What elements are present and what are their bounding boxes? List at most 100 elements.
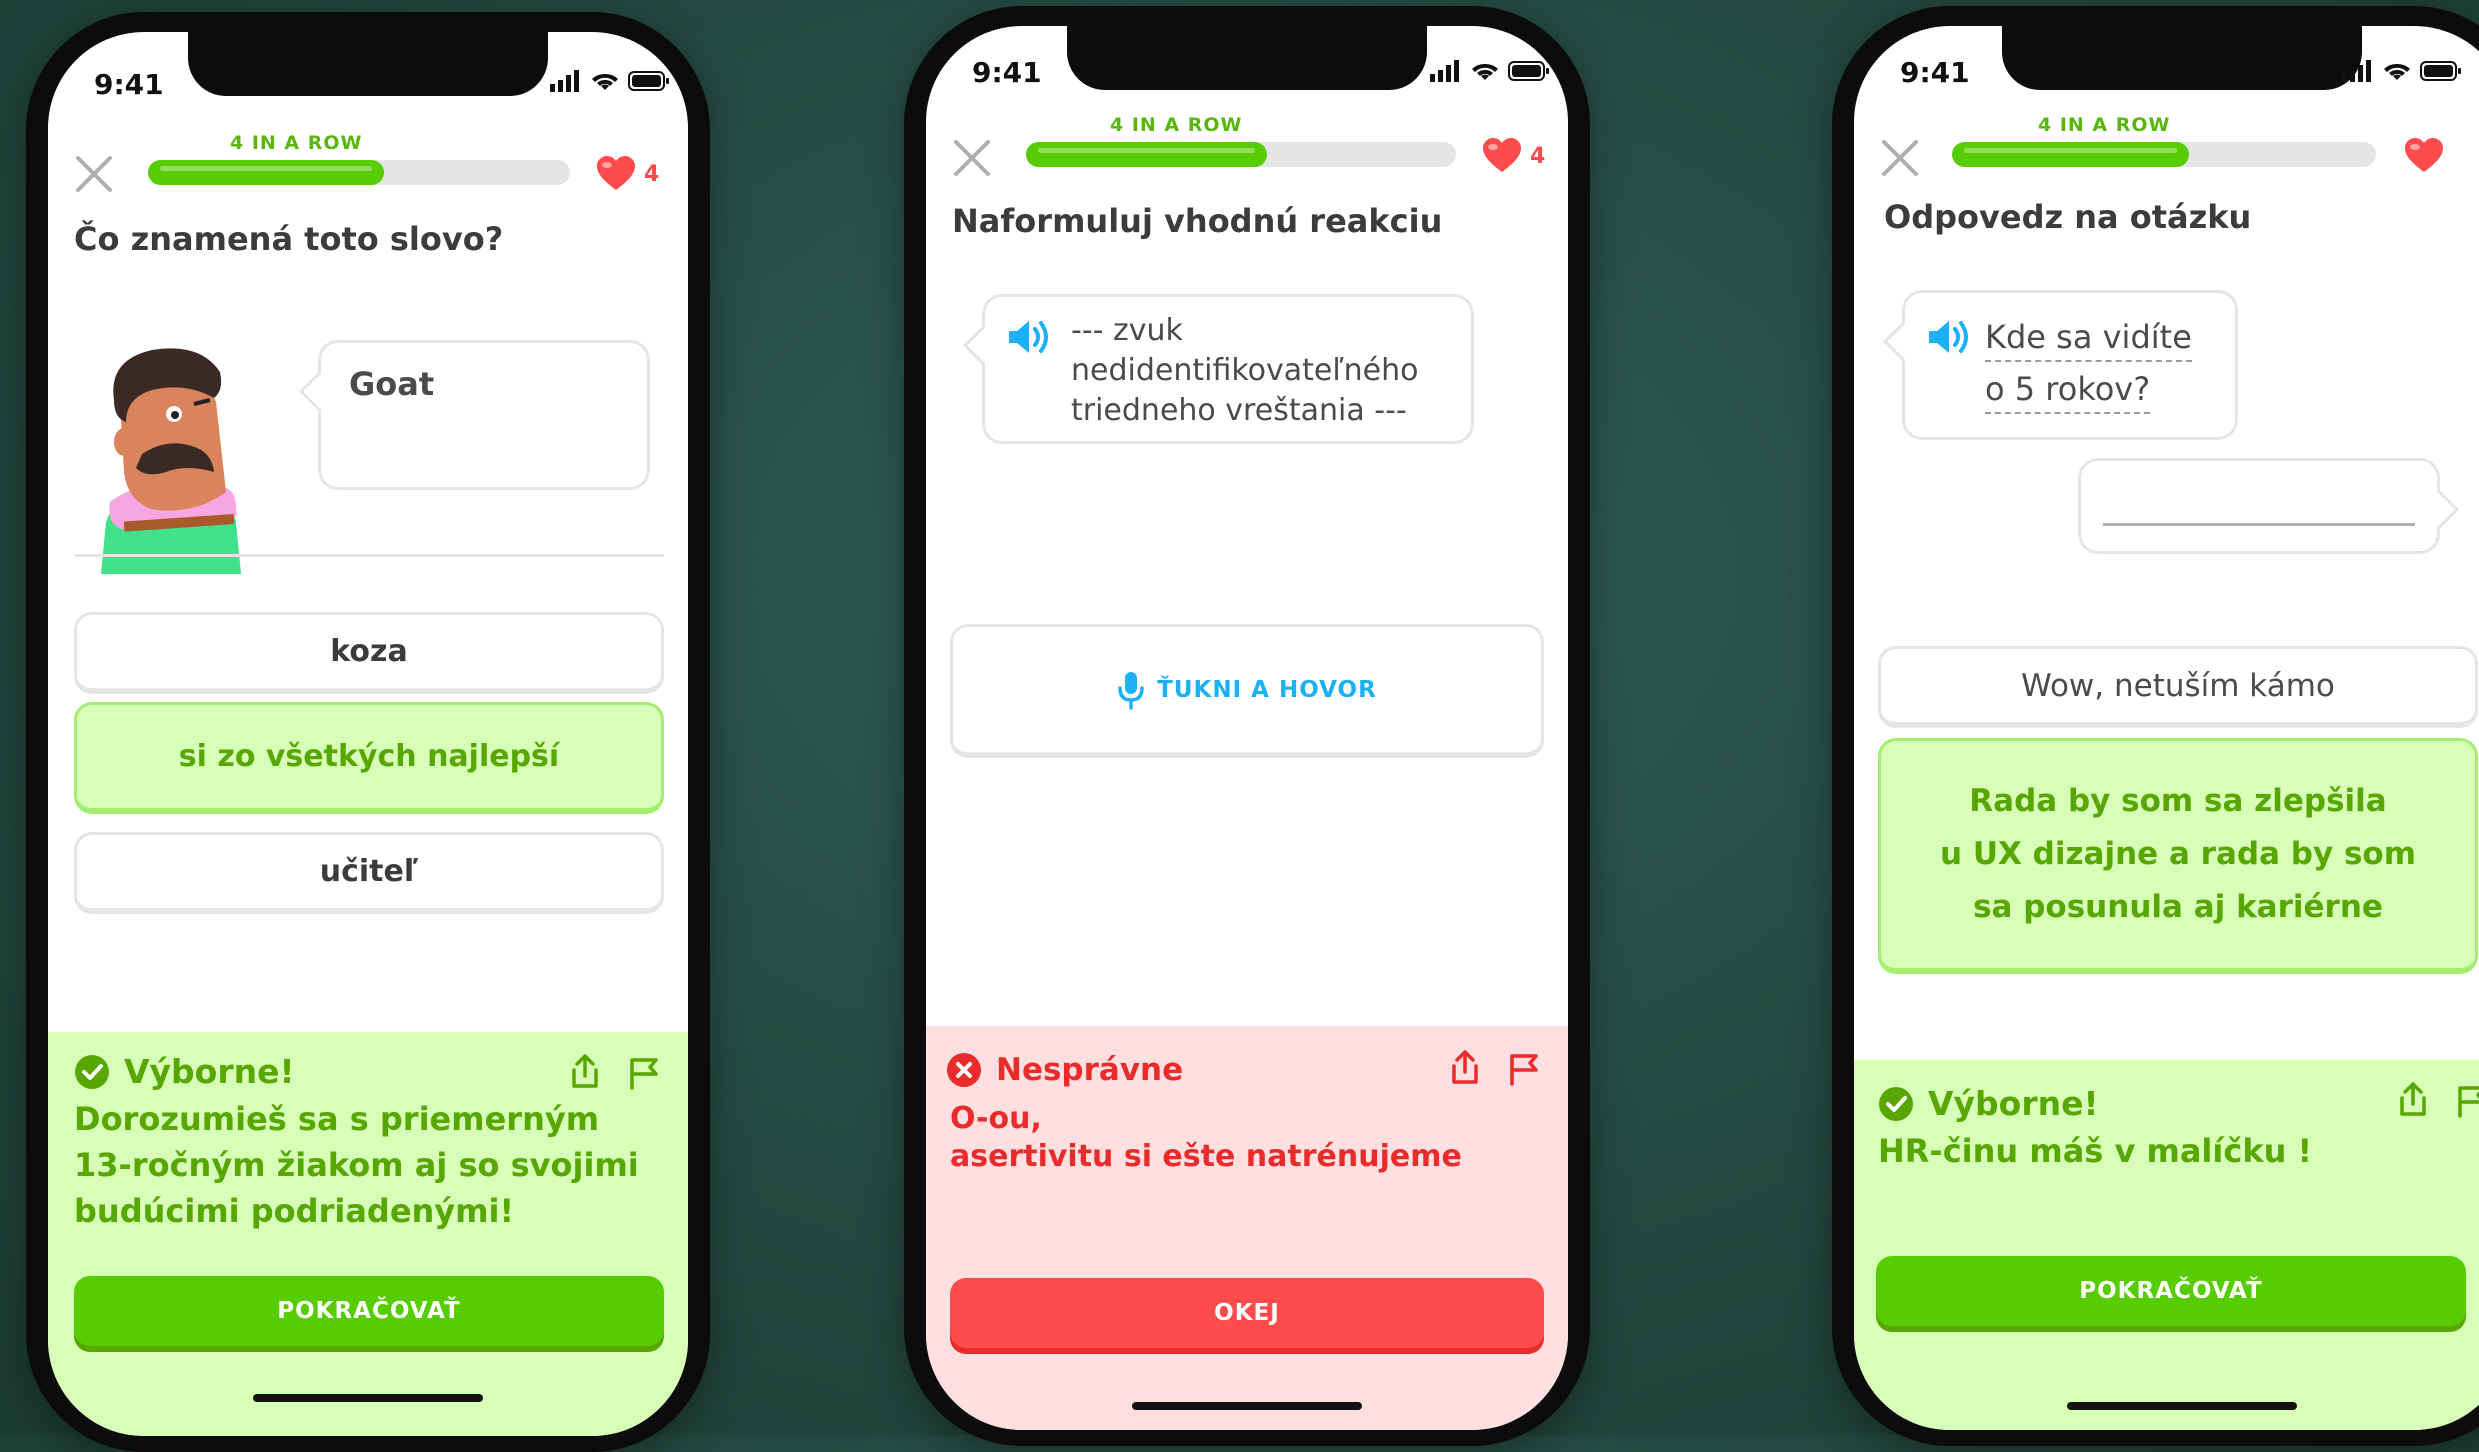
continue-button[interactable]: POKRAČOVAŤ [1876, 1256, 2466, 1326]
answer-option-ucitel[interactable]: učiteľ [74, 832, 664, 914]
status-time: 9:41 [972, 56, 1042, 89]
answer-bubble [2078, 458, 2440, 554]
progress-fill [1952, 142, 2190, 167]
phone-3-screen: 9:41 4 IN A ROW Odpovedz na otázku Kde s… [1854, 26, 2479, 1430]
question-bubble: Kde sa vidíte o 5 rokov? [1902, 290, 2238, 440]
progress-bar [1026, 142, 1456, 167]
home-indicator[interactable] [1132, 1402, 1362, 1410]
close-button[interactable] [74, 154, 114, 198]
question-text[interactable]: Kde sa vidíte [1985, 318, 2192, 362]
close-button[interactable] [1880, 138, 1920, 182]
audio-line: triedneho vreštania --- [1071, 393, 1407, 428]
answer-option-selected[interactable]: si zo všetkých najlepší [74, 702, 664, 814]
phone-1: 9:41 4 IN A ROW 4 Čo znamená toto slovo? [26, 12, 710, 1452]
report-flag-icon[interactable] [2456, 1082, 2479, 1118]
feedback-line: Dorozumieš sa s priemerným [74, 1100, 600, 1138]
close-icon [954, 140, 990, 176]
continue-label: POKRAČOVAŤ [2079, 1278, 2263, 1304]
wifi-icon [1472, 63, 1498, 80]
answer-option-koza[interactable]: koza [74, 612, 664, 694]
share-icon[interactable] [1448, 1050, 1482, 1086]
tap-to-speak-label: ŤUKNI A HOVOR [1157, 676, 1377, 703]
progress-bar [148, 160, 570, 185]
word-text[interactable]: Goat [349, 365, 434, 403]
share-icon[interactable] [568, 1054, 602, 1090]
hearts-count: 4 [644, 161, 660, 187]
feedback-panel-incorrect: Nesprávne O-ou, asertivitu si ešte natré… [926, 1026, 1568, 1430]
divider [74, 554, 664, 557]
phone-1-screen: 9:41 4 IN A ROW 4 Čo znamená toto slovo? [48, 32, 688, 1436]
okay-button[interactable]: OKEJ [950, 1278, 1544, 1348]
feedback-line: 13-ročným žiakom aj so svojimi [74, 1146, 639, 1184]
wifi-icon [592, 73, 618, 90]
feedback-line: asertivitu si ešte natrénujeme [950, 1139, 1462, 1174]
wifi-icon [2384, 63, 2410, 80]
signal-icon [1430, 60, 1459, 82]
feedback-title: Výborne! [1928, 1084, 2099, 1123]
status-time: 9:41 [94, 68, 164, 101]
phone-3: 9:41 4 IN A ROW Odpovedz na otázku Kde s… [1832, 6, 2479, 1446]
error-circle-icon [947, 1053, 981, 1087]
hearts: 4 [1482, 138, 1545, 174]
status-icons [550, 70, 670, 92]
streak-label: 4 IN A ROW [1110, 114, 1243, 136]
question-text[interactable]: o 5 rokov? [1985, 370, 2151, 414]
speaker-icon[interactable] [1005, 317, 1051, 357]
streak-label: 4 IN A ROW [2038, 114, 2171, 136]
progress-fill [148, 160, 385, 185]
battery-icon [628, 71, 669, 91]
feedback-line: O-ou, [950, 1101, 1042, 1136]
feedback-panel-correct: Výborne! Dorozumieš sa s priemerným 13-r… [48, 1032, 688, 1436]
feedback-title: Výborne! [124, 1052, 295, 1091]
feedback-header: Výborne! [74, 1052, 295, 1091]
answer-blank-line [2103, 523, 2415, 526]
home-indicator[interactable] [2067, 1402, 2297, 1410]
option-label: si zo všetkých najlepší [178, 739, 560, 774]
word-bubble: Goat [318, 340, 650, 490]
okay-label: OKEJ [1214, 1300, 1280, 1326]
share-icon[interactable] [2396, 1082, 2430, 1118]
close-button[interactable] [952, 138, 992, 182]
signal-icon [2342, 60, 2371, 82]
signal-icon [550, 70, 579, 92]
option-label: koza [330, 634, 408, 669]
microphone-icon [1118, 671, 1144, 710]
audio-line: nedidentifikovateľného [1071, 353, 1419, 388]
battery-icon [1508, 61, 1549, 81]
report-flag-icon[interactable] [628, 1054, 662, 1090]
hearts [2404, 138, 2444, 174]
question-line: Kde sa vidíte [1985, 311, 2215, 363]
close-icon [1882, 140, 1918, 176]
status-time: 9:41 [1900, 56, 1970, 89]
streak-label: 4 IN A ROW [230, 132, 363, 154]
speaker-icon[interactable] [1925, 317, 1971, 357]
phone-2: 9:41 4 IN A ROW 4 Naformuluj vhodnú reak… [904, 6, 1590, 1446]
continue-label: POKRAČOVAŤ [277, 1298, 461, 1324]
option-label: učiteľ [319, 854, 419, 889]
feedback-actions [1448, 1050, 1542, 1086]
answer-option-1[interactable]: Wow, netuším kámo [1878, 646, 2478, 728]
notch [2002, 26, 2362, 90]
status-icons [1430, 60, 1550, 82]
report-flag-icon[interactable] [1508, 1050, 1542, 1086]
option-label: Rada by som sa zlepšila u UX dizajne a r… [1939, 783, 2417, 925]
home-indicator[interactable] [253, 1394, 483, 1402]
feedback-message: HR-činu máš v malíčku ! [1878, 1128, 2312, 1174]
notch [188, 32, 548, 96]
feedback-actions [2396, 1082, 2479, 1118]
battery-icon [2420, 61, 2461, 81]
audio-bubble: --- zvuk nedidentifikovateľného triedneh… [982, 294, 1474, 444]
exercise-title: Čo znamená toto slovo? [74, 220, 504, 258]
exercise-title: Odpovedz na otázku [1884, 198, 2252, 236]
feedback-line: budúcimi podriadenými! [74, 1192, 515, 1230]
answer-option-selected[interactable]: Rada by som sa zlepšila u UX dizajne a r… [1878, 738, 2478, 974]
question-line: o 5 rokov? [1985, 363, 2215, 415]
hearts: 4 [596, 156, 659, 192]
feedback-message: O-ou, asertivitu si ešte natrénujeme [950, 1100, 1462, 1176]
exercise-title: Naformuluj vhodnú reakciu [952, 202, 1443, 240]
audio-line: --- zvuk [1071, 313, 1183, 348]
tap-to-speak-button[interactable]: ŤUKNI A HOVOR [950, 624, 1544, 758]
check-circle-icon [1879, 1086, 1913, 1121]
continue-button[interactable]: POKRAČOVAŤ [74, 1276, 664, 1346]
feedback-header: Nesprávne [946, 1052, 1183, 1088]
